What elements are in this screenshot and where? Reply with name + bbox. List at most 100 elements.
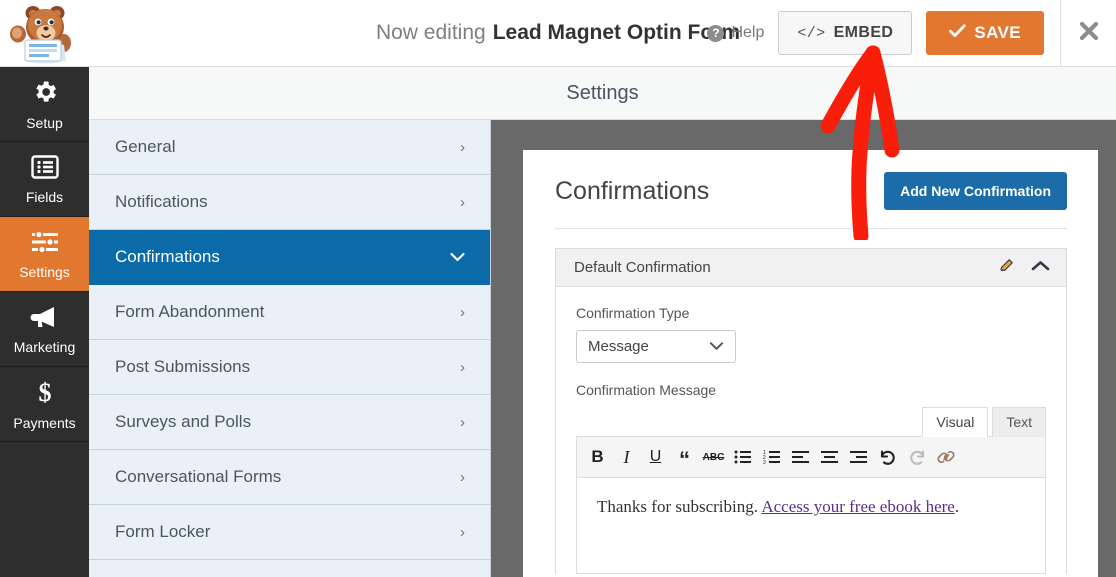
confirmation-message-label: Confirmation Message <box>576 382 717 398</box>
nav-item-form-locker[interactable]: Form Locker › <box>89 505 490 560</box>
sidebar-item-payments[interactable]: $ Payments <box>0 367 89 442</box>
svg-text:3: 3 <box>763 460 766 464</box>
settings-title-bar: Settings <box>89 67 1116 120</box>
top-bar: Now editing Lead Magnet Optin Form ? Hel… <box>0 0 1116 67</box>
gear-icon <box>31 78 59 111</box>
nav-item-label: Notifications <box>115 192 208 211</box>
nav-item-post-submissions[interactable]: Post Submissions › <box>89 340 490 395</box>
blockquote-icon[interactable]: “ <box>670 439 699 475</box>
builder-sidebar-rail: Setup Fields Settings Marketing $ Paymen… <box>0 67 89 577</box>
list-box-icon <box>30 154 59 185</box>
sliders-icon <box>30 229 60 260</box>
nav-item-partial[interactable] <box>89 560 490 577</box>
underline-icon[interactable]: U <box>641 442 670 472</box>
editor-content-link[interactable]: Access your free ebook here <box>761 497 955 516</box>
nav-item-confirmations[interactable]: Confirmations <box>89 230 490 285</box>
confirmation-block: Default Confirmation Confirmation Type M… <box>555 248 1067 574</box>
editor-content[interactable]: Thanks for subscribing. Access your free… <box>576 478 1046 574</box>
confirmation-name: Default Confirmation <box>574 259 711 276</box>
nav-item-general[interactable]: General › <box>89 120 490 175</box>
editor-text-before-link: Thanks for subscribing. <box>597 497 762 516</box>
save-label: SAVE <box>974 23 1021 42</box>
save-button[interactable]: SAVE <box>926 11 1044 55</box>
nav-item-label: Form Abandonment <box>115 302 265 321</box>
code-brackets-icon: </> <box>797 24 826 42</box>
nav-item-label: Post Submissions <box>115 357 251 376</box>
settings-nav-list: General › Notifications › Confirmations … <box>89 120 491 577</box>
page-title: Settings <box>566 81 639 104</box>
tab-text[interactable]: Text <box>992 407 1046 437</box>
sidebar-item-label: Payments <box>13 415 76 431</box>
chevron-right-icon: › <box>460 358 465 376</box>
bulleted-list-icon[interactable] <box>728 442 757 472</box>
wpforms-form-builder: Now editing Lead Magnet Optin Form ? Hel… <box>0 0 1116 577</box>
nav-item-label: Conversational Forms <box>115 467 282 486</box>
bold-icon[interactable]: B <box>583 442 612 472</box>
confirmation-header: Default Confirmation <box>556 249 1066 287</box>
sidebar-item-label: Setup <box>26 115 63 131</box>
chevron-right-icon: › <box>460 303 465 321</box>
confirmation-type-select[interactable]: Message <box>576 330 736 363</box>
top-bar-actions: ? Help </> EMBED SAVE <box>707 0 1044 66</box>
embed-button[interactable]: </> EMBED <box>778 11 913 55</box>
confirmation-body: Confirmation Type Message Confirmation M… <box>556 287 1066 574</box>
chevron-right-icon: › <box>460 193 465 211</box>
chevron-right-icon: › <box>460 138 465 156</box>
nav-item-label: General <box>115 137 176 156</box>
chevron-right-icon: › <box>460 468 465 486</box>
nav-item-form-abandonment[interactable]: Form Abandonment › <box>89 285 490 340</box>
sidebar-item-fields[interactable]: Fields <box>0 142 89 217</box>
add-new-confirmation-button[interactable]: Add New Confirmation <box>884 172 1067 210</box>
chevron-down-icon <box>709 338 724 355</box>
editor-toolbar: B I U “ ABC 123 <box>576 436 1046 478</box>
now-editing-prefix: Now editing <box>375 21 486 44</box>
chevron-up-icon[interactable] <box>1031 259 1050 277</box>
sidebar-item-label: Marketing <box>13 339 76 355</box>
confirmation-header-actions <box>998 257 1050 279</box>
megaphone-icon <box>30 304 60 335</box>
sidebar-item-marketing[interactable]: Marketing <box>0 292 89 367</box>
align-left-icon[interactable] <box>786 442 815 472</box>
nav-item-label: Confirmations <box>115 247 220 266</box>
form-name: Lead Magnet Optin Form <box>492 21 741 44</box>
nav-item-surveys-and-polls[interactable]: Surveys and Polls › <box>89 395 490 450</box>
confirmation-type-label: Confirmation Type <box>576 305 690 321</box>
editor-tabs: Visual Text <box>576 407 1046 437</box>
close-x-icon <box>1078 20 1100 47</box>
help-button[interactable]: ? Help <box>707 24 764 42</box>
sidebar-item-setup[interactable]: Setup <box>0 67 89 142</box>
align-right-icon[interactable] <box>844 442 873 472</box>
wp-editor: Visual Text B I U “ ABC 1 2 3 Thanks for… <box>576 407 1046 574</box>
dollar-sign-icon: $ <box>33 378 57 411</box>
chevron-right-icon: › <box>460 413 465 431</box>
embed-label: EMBED <box>833 24 894 41</box>
chevron-down-icon <box>450 250 465 265</box>
undo-icon[interactable] <box>873 442 902 472</box>
editor-text-after-link: . <box>954 497 960 516</box>
close-builder-button[interactable] <box>1060 0 1116 66</box>
nav-item-label: Surveys and Polls <box>115 412 252 431</box>
svg-text:$: $ <box>38 378 51 406</box>
confirmations-panel: Confirmations Add New Confirmation Defau… <box>523 150 1098 577</box>
wpforms-bear-mascot-logo <box>6 3 76 65</box>
sidebar-item-label: Settings <box>19 264 70 280</box>
strikethrough-icon[interactable]: ABC <box>699 442 728 472</box>
pencil-icon[interactable] <box>998 257 1015 279</box>
sidebar-item-label: Fields <box>25 189 64 205</box>
tab-visual[interactable]: Visual <box>922 407 989 437</box>
rail-spacer <box>0 442 89 502</box>
nav-item-label: Form Locker <box>115 522 211 541</box>
align-center-icon[interactable] <box>815 442 844 472</box>
checkmark-icon <box>949 23 966 43</box>
panel-header: Confirmations Add New Confirmation <box>555 172 1067 229</box>
help-label: Help <box>731 24 765 41</box>
nav-item-conversational-forms[interactable]: Conversational Forms › <box>89 450 490 505</box>
nav-item-notifications[interactable]: Notifications › <box>89 175 490 230</box>
insert-link-icon[interactable] <box>931 442 960 472</box>
numbered-list-icon[interactable]: 123 <box>757 442 786 472</box>
italic-icon[interactable]: I <box>612 442 641 472</box>
confirmation-type-value: Message <box>588 338 649 355</box>
redo-icon <box>902 442 931 472</box>
panel-title: Confirmations <box>555 176 710 205</box>
sidebar-item-settings[interactable]: Settings <box>0 217 89 292</box>
